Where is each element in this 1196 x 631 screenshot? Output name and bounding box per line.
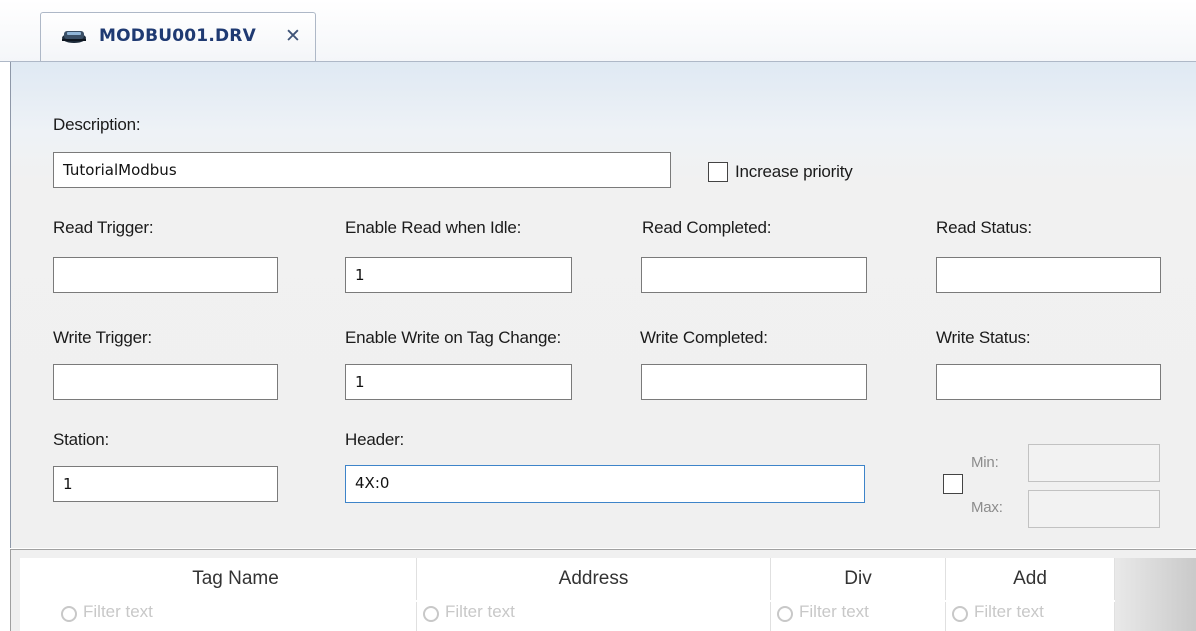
column-header-tag-name[interactable]: Tag Name bbox=[55, 558, 417, 600]
increase-priority-label: Increase priority bbox=[735, 162, 853, 181]
filter-add[interactable]: Filter text bbox=[946, 602, 1115, 631]
max-label: Max: bbox=[971, 499, 1003, 516]
filter-placeholder: Filter text bbox=[445, 602, 515, 621]
enable-write-label: Enable Write on Tag Change: bbox=[345, 328, 562, 347]
driver-settings-panel: Description: TutorialModbus Increase pri… bbox=[10, 62, 1196, 548]
description-input[interactable]: TutorialModbus bbox=[53, 152, 671, 188]
grid-header-shade bbox=[1115, 558, 1196, 631]
minmax-checkbox[interactable] bbox=[943, 474, 963, 494]
tab-title: MODBU001.DRV bbox=[99, 26, 256, 46]
tab-modbu001-drv[interactable]: MODBU001.DRV ✕ bbox=[40, 12, 316, 62]
increase-priority-checkbox[interactable] bbox=[708, 162, 728, 182]
read-trigger-label: Read Trigger: bbox=[53, 218, 154, 237]
header-label: Header: bbox=[345, 430, 405, 449]
filter-tag-name[interactable]: Filter text bbox=[55, 602, 417, 631]
filter-placeholder: Filter text bbox=[83, 602, 153, 621]
filter-icon bbox=[423, 606, 439, 622]
close-icon[interactable]: ✕ bbox=[285, 25, 301, 47]
filter-icon bbox=[777, 606, 793, 622]
min-label: Min: bbox=[971, 454, 999, 471]
station-input[interactable]: 1 bbox=[53, 466, 278, 502]
document-tab-strip: MODBU001.DRV ✕ bbox=[0, 0, 1196, 62]
read-completed-input[interactable] bbox=[641, 257, 867, 293]
write-completed-input[interactable] bbox=[641, 364, 867, 400]
column-header-div[interactable]: Div bbox=[771, 558, 946, 600]
max-input[interactable] bbox=[1028, 490, 1160, 528]
tag-grid-table: Tag Name Address Div Add Filter text Fil… bbox=[20, 558, 1196, 631]
tag-grid: Tag Name Address Div Add Filter text Fil… bbox=[10, 549, 1196, 631]
min-input[interactable] bbox=[1028, 444, 1160, 482]
column-header-add[interactable]: Add bbox=[946, 558, 1115, 600]
description-label: Description: bbox=[53, 115, 141, 134]
read-completed-label: Read Completed: bbox=[642, 218, 772, 237]
station-label: Station: bbox=[53, 430, 110, 449]
header-input[interactable]: 4X:0 bbox=[345, 465, 865, 503]
write-status-input[interactable] bbox=[936, 364, 1161, 400]
filter-icon bbox=[61, 606, 77, 622]
enable-write-input[interactable]: 1 bbox=[345, 364, 572, 400]
column-header-address[interactable]: Address bbox=[417, 558, 771, 600]
write-completed-label: Write Completed: bbox=[640, 328, 768, 347]
filter-address[interactable]: Filter text bbox=[417, 602, 771, 631]
read-trigger-input[interactable] bbox=[53, 257, 278, 293]
write-trigger-label: Write Trigger: bbox=[53, 328, 152, 347]
write-status-label: Write Status: bbox=[936, 328, 1031, 347]
driver-icon bbox=[60, 27, 88, 45]
write-trigger-input[interactable] bbox=[53, 364, 278, 400]
filter-placeholder: Filter text bbox=[974, 602, 1044, 621]
filter-div[interactable]: Filter text bbox=[771, 602, 946, 631]
read-status-input[interactable] bbox=[936, 257, 1161, 293]
read-status-label: Read Status: bbox=[936, 218, 1032, 237]
filter-placeholder: Filter text bbox=[799, 602, 869, 621]
filter-icon bbox=[952, 606, 968, 622]
enable-read-input[interactable]: 1 bbox=[345, 257, 572, 293]
enable-read-label: Enable Read when Idle: bbox=[345, 218, 522, 237]
